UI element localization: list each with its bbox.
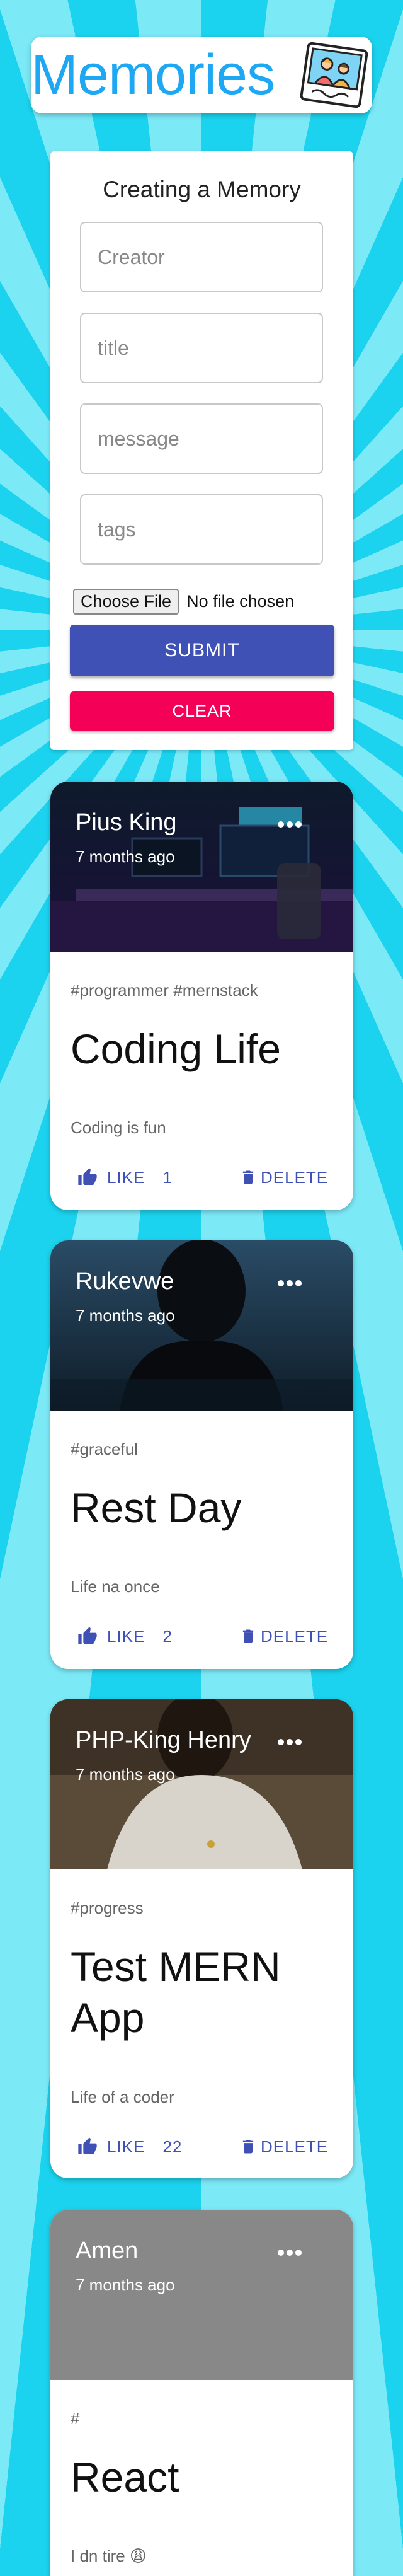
file-status-text: No file chosen	[186, 592, 295, 611]
portrait-photo-icon	[50, 1699, 353, 1869]
brand-title: Memories	[31, 43, 275, 107]
desk-setup-photo-icon	[50, 782, 353, 952]
post-message: I dn tire 😩	[71, 2546, 147, 2565]
delete-button[interactable]: DELETE	[239, 1626, 328, 1646]
like-count: 1	[162, 1167, 173, 1187]
post-image	[50, 1240, 353, 1411]
post-card: Pius King 7 months ago #programmer #mern…	[50, 782, 353, 1210]
create-memory-form: Creating a Memory Creator title message …	[50, 151, 353, 750]
post-time: 7 months ago	[76, 1306, 175, 1325]
submit-button[interactable]: SUBMIT	[70, 625, 334, 676]
portrait-photo-icon	[50, 1240, 353, 1411]
delete-label: DELETE	[261, 1626, 329, 1646]
like-count: 2	[162, 1626, 173, 1646]
post-creator: PHP-King Henry	[76, 1727, 251, 1753]
post-card: Amen 7 months ago # React I dn tire 😩	[50, 2210, 353, 2576]
trash-icon	[242, 1170, 254, 1184]
post-title: React	[71, 2454, 179, 2500]
post-message: Coding is fun	[71, 1118, 166, 1137]
post-creator: Amen	[76, 2238, 139, 2264]
file-input-row: Choose File No file chosen	[73, 589, 294, 615]
post-image	[50, 1699, 353, 1869]
post-title: Coding Life	[71, 1025, 281, 1072]
post-message: Life of a coder	[71, 2088, 174, 2106]
more-horiz-icon[interactable]	[276, 2246, 304, 2259]
form-title: Creating a Memory	[103, 176, 301, 202]
post-tags: #progress	[71, 1898, 144, 1917]
post-time: 7 months ago	[76, 847, 175, 866]
like-button[interactable]: LIKE 22	[77, 2137, 182, 2157]
tags-input[interactable]: tags	[80, 494, 323, 565]
like-label: LIKE	[107, 2137, 145, 2156]
post-creator: Pius King	[76, 809, 177, 836]
like-label: LIKE	[107, 1626, 145, 1646]
delete-button[interactable]: DELETE	[239, 1167, 328, 1187]
delete-label: DELETE	[261, 1167, 329, 1187]
delete-button[interactable]: DELETE	[239, 2137, 328, 2157]
post-image-placeholder	[50, 2210, 353, 2380]
app-bar: Memories	[31, 37, 372, 113]
like-count: 22	[162, 2137, 183, 2156]
thumb-up-icon	[78, 1168, 97, 1185]
post-card: PHP-King Henry 7 months ago #progress Te…	[50, 1699, 353, 2178]
post-time: 7 months ago	[76, 1765, 175, 1784]
trash-icon	[242, 2140, 254, 2154]
thumb-up-icon	[78, 2137, 97, 2154]
more-horiz-icon[interactable]	[276, 1736, 304, 1748]
more-horiz-icon[interactable]	[276, 1277, 304, 1290]
post-tags: #	[71, 2409, 80, 2428]
like-button[interactable]: LIKE 2	[77, 1626, 173, 1646]
thumb-up-icon	[78, 1627, 97, 1644]
trash-icon	[242, 1629, 254, 1643]
post-time: 7 months ago	[76, 2275, 175, 2294]
post-title: Test MERN App	[71, 1943, 281, 2041]
post-card: Rukevwe 7 months ago #graceful Rest Day …	[50, 1240, 353, 1669]
creator-input[interactable]: Creator	[80, 222, 323, 292]
title-input[interactable]: title	[80, 313, 323, 383]
post-title: Rest Day	[71, 1484, 242, 1531]
delete-label: DELETE	[261, 2137, 329, 2156]
memories-photo-logo-icon	[300, 42, 368, 108]
post-creator: Rukevwe	[76, 1268, 174, 1295]
like-button[interactable]: LIKE 1	[77, 1167, 173, 1187]
post-message: Life na once	[71, 1577, 160, 1596]
post-tags: #programmer #mernstack	[71, 981, 258, 1000]
clear-button[interactable]: CLEAR	[70, 691, 334, 731]
choose-file-button[interactable]: Choose File	[73, 589, 179, 615]
like-label: LIKE	[107, 1167, 145, 1187]
more-horiz-icon[interactable]	[276, 818, 304, 831]
post-tags: #graceful	[71, 1440, 138, 1458]
post-image	[50, 782, 353, 952]
message-input[interactable]: message	[80, 403, 323, 474]
